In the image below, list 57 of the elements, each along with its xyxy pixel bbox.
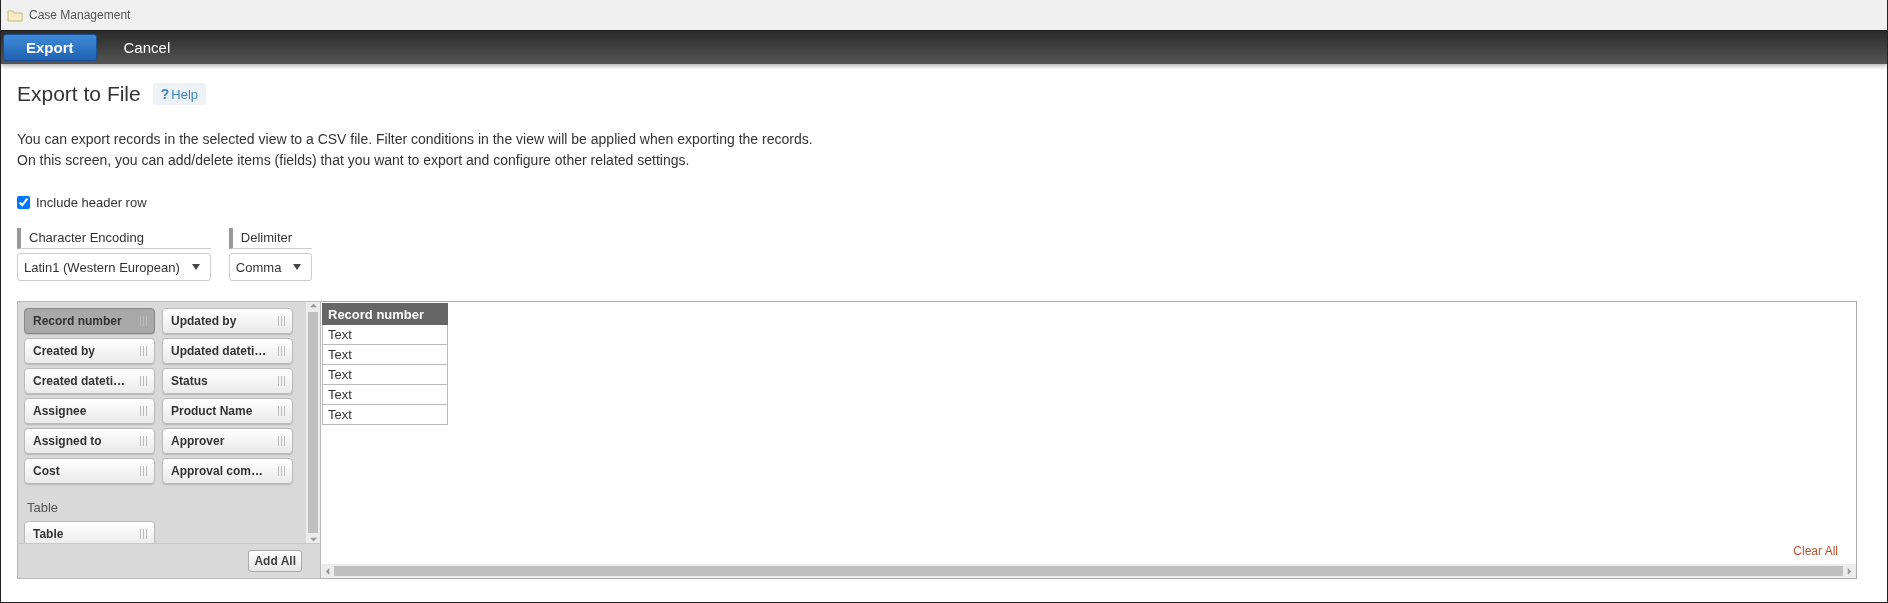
description-text: On this screen, you can add/delete items (fields) that you want to export and configure other related settings.: [17, 151, 691, 170]
drag-handle-icon: [140, 346, 148, 356]
drag-handle-icon: [278, 346, 286, 356]
table-cell: Text: [322, 404, 448, 425]
drag-handle-icon: [140, 529, 148, 539]
group-title: Table: [27, 500, 60, 515]
page-title: Export to File: [17, 82, 141, 106]
field-chip[interactable]: Created dateti…: [24, 368, 155, 394]
table-cell: Text: [322, 384, 448, 405]
folder-icon: [7, 8, 23, 22]
scroll-up-icon[interactable]: [309, 302, 317, 309]
drag-handle-icon: [278, 406, 286, 416]
primary-button[interactable]: Export: [3, 34, 97, 61]
field-chip[interactable]: Approver: [162, 428, 293, 454]
scrollbar-thumb[interactable]: [334, 566, 1843, 576]
field-chip[interactable]: Approval com…: [162, 458, 293, 484]
scroll-left-icon[interactable]: [324, 567, 331, 575]
field-chip[interactable]: Updated dateti…: [162, 338, 293, 364]
table-cell: Text: [322, 344, 448, 365]
table-cell: Text: [322, 364, 448, 385]
description-text: You can export records in the selected view to a CSV file. Filter conditions in the view will be applied when exporting the records.: [17, 130, 814, 149]
column-header: Record number: [322, 303, 448, 325]
field-chip[interactable]: Product Name: [162, 398, 293, 424]
field-chip[interactable]: Record number: [24, 308, 155, 334]
drag-handle-icon: [278, 436, 286, 446]
setting-label: Delimiter: [228, 228, 313, 249]
drag-handle-icon: [278, 316, 286, 326]
field-chip[interactable]: Assigned to: [24, 428, 155, 454]
add-all-button[interactable]: Add All: [248, 550, 302, 572]
drag-handle-icon: [140, 466, 148, 476]
drag-handle-icon: [140, 436, 148, 446]
field-chip[interactable]: Assignee: [24, 398, 155, 424]
scroll-down-icon[interactable]: [309, 536, 317, 543]
table-cell: Text: [322, 324, 448, 345]
dropdown[interactable]: Latin1 (Western European): [17, 253, 211, 281]
window-title: Case Management: [29, 8, 131, 22]
field-chip[interactable]: Table: [24, 521, 155, 543]
scrollbar-thumb[interactable]: [308, 312, 318, 533]
field-chip[interactable]: Status: [162, 368, 293, 394]
scroll-right-icon[interactable]: [1846, 567, 1853, 575]
caret-icon: [293, 264, 302, 270]
clear-all-link[interactable]: Clear All: [1793, 544, 1838, 558]
drag-handle-icon: [278, 466, 286, 476]
drag-handle-icon: [278, 376, 286, 386]
vertical-scrollbar[interactable]: [306, 302, 320, 543]
horizontal-scrollbar[interactable]: [321, 564, 1856, 578]
field-chip[interactable]: Cost: [24, 458, 155, 484]
toolbar-button[interactable]: Cancel: [100, 34, 194, 61]
caret-icon: [191, 264, 200, 270]
drag-handle-icon: [140, 406, 148, 416]
field-chip[interactable]: Created by: [24, 338, 155, 364]
drag-handle-icon: [140, 376, 148, 386]
checkbox[interactable]: [17, 196, 30, 209]
setting-label: Character Encoding: [17, 228, 211, 249]
checkbox-label: Include header row: [36, 195, 147, 210]
field-chip[interactable]: Updated by: [162, 308, 293, 334]
dropdown[interactable]: Comma: [228, 253, 313, 281]
